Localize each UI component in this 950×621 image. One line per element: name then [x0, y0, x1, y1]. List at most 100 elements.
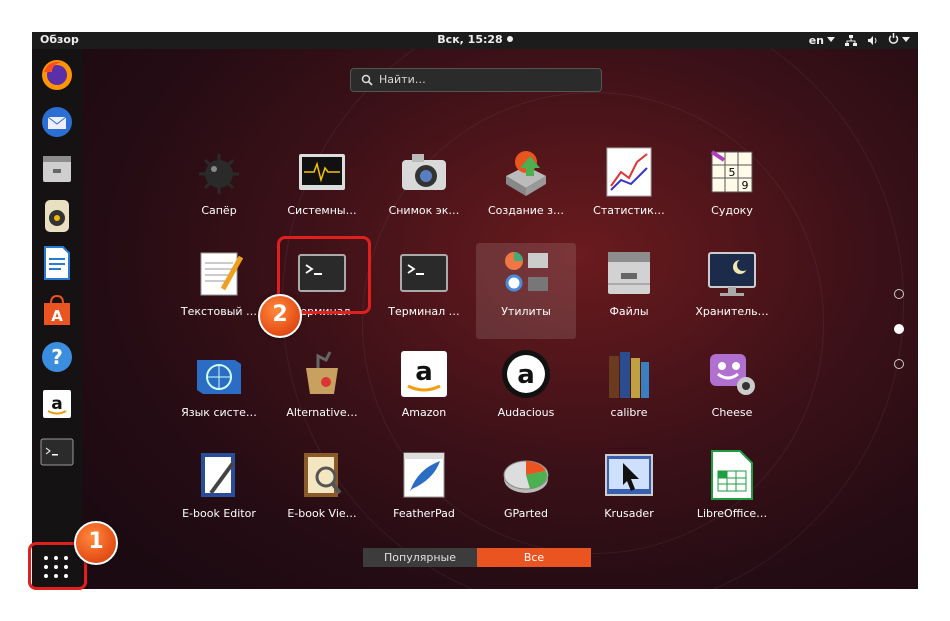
dock-firefox[interactable] [39, 57, 75, 93]
dock-rhythmbox[interactable] [39, 198, 75, 234]
dock-software[interactable]: A [39, 292, 75, 328]
alternatives-icon [306, 351, 338, 394]
app-label: Терминал … [388, 305, 460, 318]
svg-text:9: 9 [742, 179, 749, 192]
app-label: Статистик… [593, 204, 665, 217]
network-icon[interactable] [845, 34, 857, 46]
page-indicator-2[interactable] [894, 324, 904, 334]
app-filter-tabs: Популярные Все [363, 548, 591, 567]
app-tile[interactable]: Файлы [579, 243, 679, 339]
app-tile[interactable]: Хранитель… [682, 243, 782, 339]
app-tile[interactable]: LibreOffice… [682, 445, 782, 541]
camera-icon [402, 154, 446, 190]
app-label: calibre [610, 406, 648, 419]
svg-text:a: a [517, 360, 535, 390]
system-monitor-icon [299, 154, 345, 190]
app-tile[interactable]: GParted [476, 445, 576, 541]
app-tile[interactable]: Терминал … [374, 243, 474, 339]
app-label: Хранитель… [695, 305, 769, 318]
dock-files[interactable] [39, 151, 75, 187]
app-tile[interactable]: Cheese [682, 344, 782, 440]
app-tile[interactable]: Снимок эк… [374, 142, 474, 238]
svg-text:a: a [51, 394, 62, 414]
app-label: Создание з… [487, 204, 565, 217]
gparted-icon [503, 460, 549, 493]
app-label: LibreOffice… [696, 507, 768, 520]
dock-terminal[interactable] [39, 434, 75, 470]
dock-help[interactable]: ? [39, 339, 75, 375]
app-tile[interactable]: Alternative… [272, 344, 372, 440]
app-label: Судоку [711, 204, 753, 217]
app-label: Audacious [497, 406, 555, 419]
svg-text:A: A [51, 307, 63, 325]
notification-dot-icon [506, 36, 513, 42]
screensaver-icon [708, 252, 756, 296]
desktop-screen: Обзор Вск, 15:28 en A ? a Найти… Сапёр С… [32, 32, 918, 589]
dock-writer[interactable] [39, 245, 75, 281]
tab-all[interactable]: Все [477, 548, 591, 567]
ebook-viewer-icon [304, 453, 342, 497]
terminal-icon [40, 438, 74, 466]
dock: A ? a [32, 49, 82, 589]
tab-popular[interactable]: Популярные [363, 548, 477, 567]
language-icon [197, 360, 241, 394]
page-indicator-3[interactable] [894, 359, 904, 369]
mines-icon [199, 154, 239, 194]
app-tile[interactable]: FeatherPad [374, 445, 474, 541]
app-label: Язык систе… [181, 406, 257, 419]
app-label: Amazon [401, 406, 447, 419]
files-icon [608, 252, 650, 294]
app-label: Системны… [287, 204, 357, 217]
svg-text:5: 5 [729, 166, 736, 179]
app-label: Сапёр [201, 204, 237, 217]
language-label: en [808, 33, 824, 47]
startup-disk-icon [506, 151, 546, 196]
language-indicator[interactable]: en [809, 34, 835, 47]
firefox-icon [42, 60, 72, 90]
app-tile[interactable]: calibre [579, 344, 679, 440]
amazon-icon: a [401, 351, 447, 397]
app-label: E-book Editor [182, 507, 256, 520]
dock-thunderbird[interactable] [39, 104, 75, 140]
app-tile[interactable]: a Amazon [374, 344, 474, 440]
featherpad-icon [403, 452, 445, 498]
text-editor-icon [200, 252, 244, 296]
app-tile[interactable]: Сапёр [169, 142, 269, 238]
page-indicator-1[interactable] [894, 289, 904, 299]
svg-text:?: ? [51, 345, 63, 369]
power-menu[interactable] [888, 33, 910, 47]
search-icon [361, 74, 373, 86]
system-tray[interactable]: en [809, 33, 910, 47]
clock[interactable]: Вск, 15:28 [32, 33, 918, 46]
app-tile[interactable]: Системны… [272, 142, 372, 238]
svg-text:a: a [415, 357, 433, 387]
top-bar: Обзор Вск, 15:28 en [32, 32, 918, 49]
cheese-icon [710, 354, 755, 395]
app-tile[interactable]: Статистик… [579, 142, 679, 238]
step-badge-1: 1 [74, 521, 118, 565]
volume-icon[interactable] [867, 35, 878, 46]
amazon-icon: a [43, 390, 71, 418]
terminal-icon [400, 254, 448, 292]
dock-amazon[interactable]: a [39, 386, 75, 422]
app-tile[interactable]: a Audacious [476, 344, 576, 440]
app-label: Текстовый … [180, 305, 258, 318]
app-tile[interactable]: 5 9 Судоку [682, 142, 782, 238]
thunderbird-icon [42, 107, 72, 137]
app-label: FeatherPad [393, 507, 455, 520]
clock-label: Вск, 15:28 [437, 33, 503, 46]
files-icon [43, 156, 71, 182]
app-tile[interactable]: Утилиты [476, 243, 576, 339]
app-tile[interactable]: Создание з… [476, 142, 576, 238]
rhythmbox-icon [45, 200, 69, 232]
app-tile[interactable]: E-book Vie… [272, 445, 372, 541]
search-placeholder: Найти… [379, 73, 426, 86]
app-tile[interactable]: Язык систе… [169, 344, 269, 440]
app-tile[interactable]: E-book Editor [169, 445, 269, 541]
app-tile[interactable]: Krusader [579, 445, 679, 541]
help-icon: ? [42, 342, 72, 372]
search-input[interactable]: Найти… [350, 68, 602, 92]
chevron-down-icon [902, 37, 910, 42]
sudoku-icon: 59 [710, 150, 753, 193]
app-tile[interactable]: Текстовый … [169, 243, 269, 339]
